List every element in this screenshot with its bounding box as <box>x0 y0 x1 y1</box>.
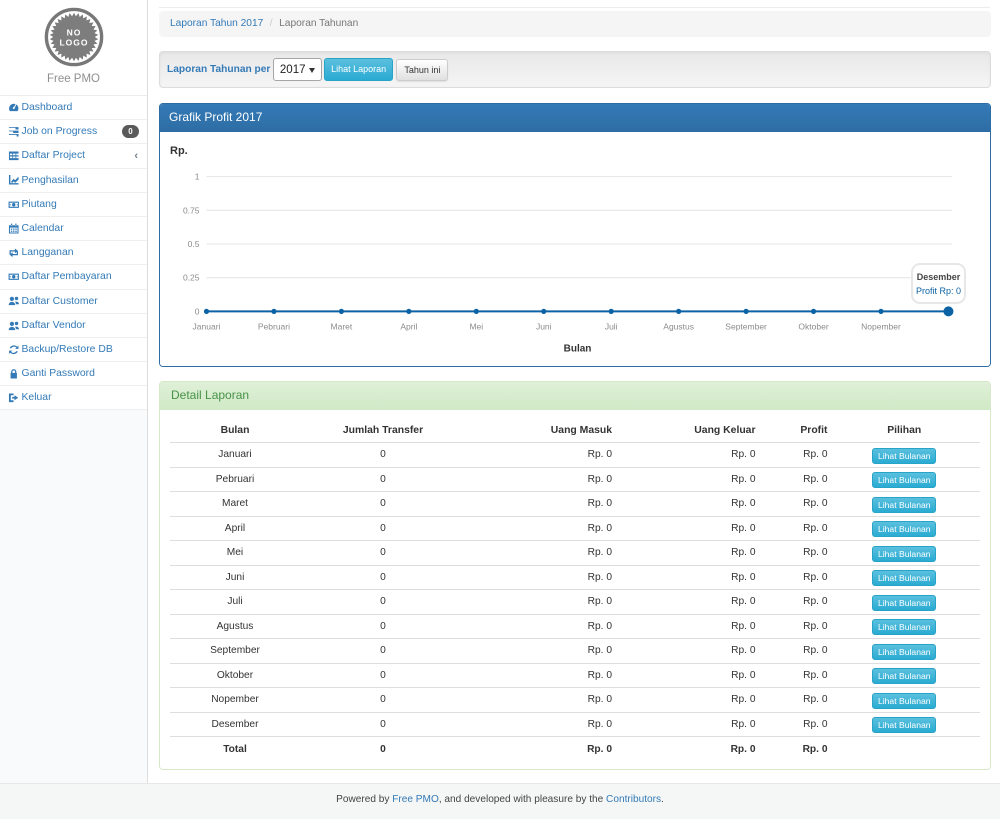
svg-text:Mei: Mei <box>469 321 483 331</box>
svg-text:NO: NO <box>66 28 81 38</box>
svg-text:Pebruari: Pebruari <box>258 321 290 331</box>
svg-text:Agustus: Agustus <box>663 321 694 331</box>
svg-text:0.25: 0.25 <box>183 272 200 282</box>
svg-text:Juli: Juli <box>605 321 618 331</box>
svg-text:Januari: Januari <box>193 321 221 331</box>
svg-text:Rp.: Rp. <box>170 145 188 157</box>
svg-text:Nopember: Nopember <box>861 321 901 331</box>
svg-text:Maret: Maret <box>331 321 353 331</box>
svg-text:0: 0 <box>195 306 200 316</box>
svg-text:Bulan: Bulan <box>564 343 592 354</box>
svg-text:April: April <box>400 321 417 331</box>
svg-text:0.75: 0.75 <box>183 205 200 215</box>
svg-text:0.5: 0.5 <box>188 239 200 249</box>
svg-text:September: September <box>725 321 767 331</box>
svg-text:Juni: Juni <box>536 321 552 331</box>
svg-text:Oktober: Oktober <box>798 321 828 331</box>
svg-text:LOGO: LOGO <box>59 38 88 48</box>
svg-text:1: 1 <box>195 171 200 181</box>
